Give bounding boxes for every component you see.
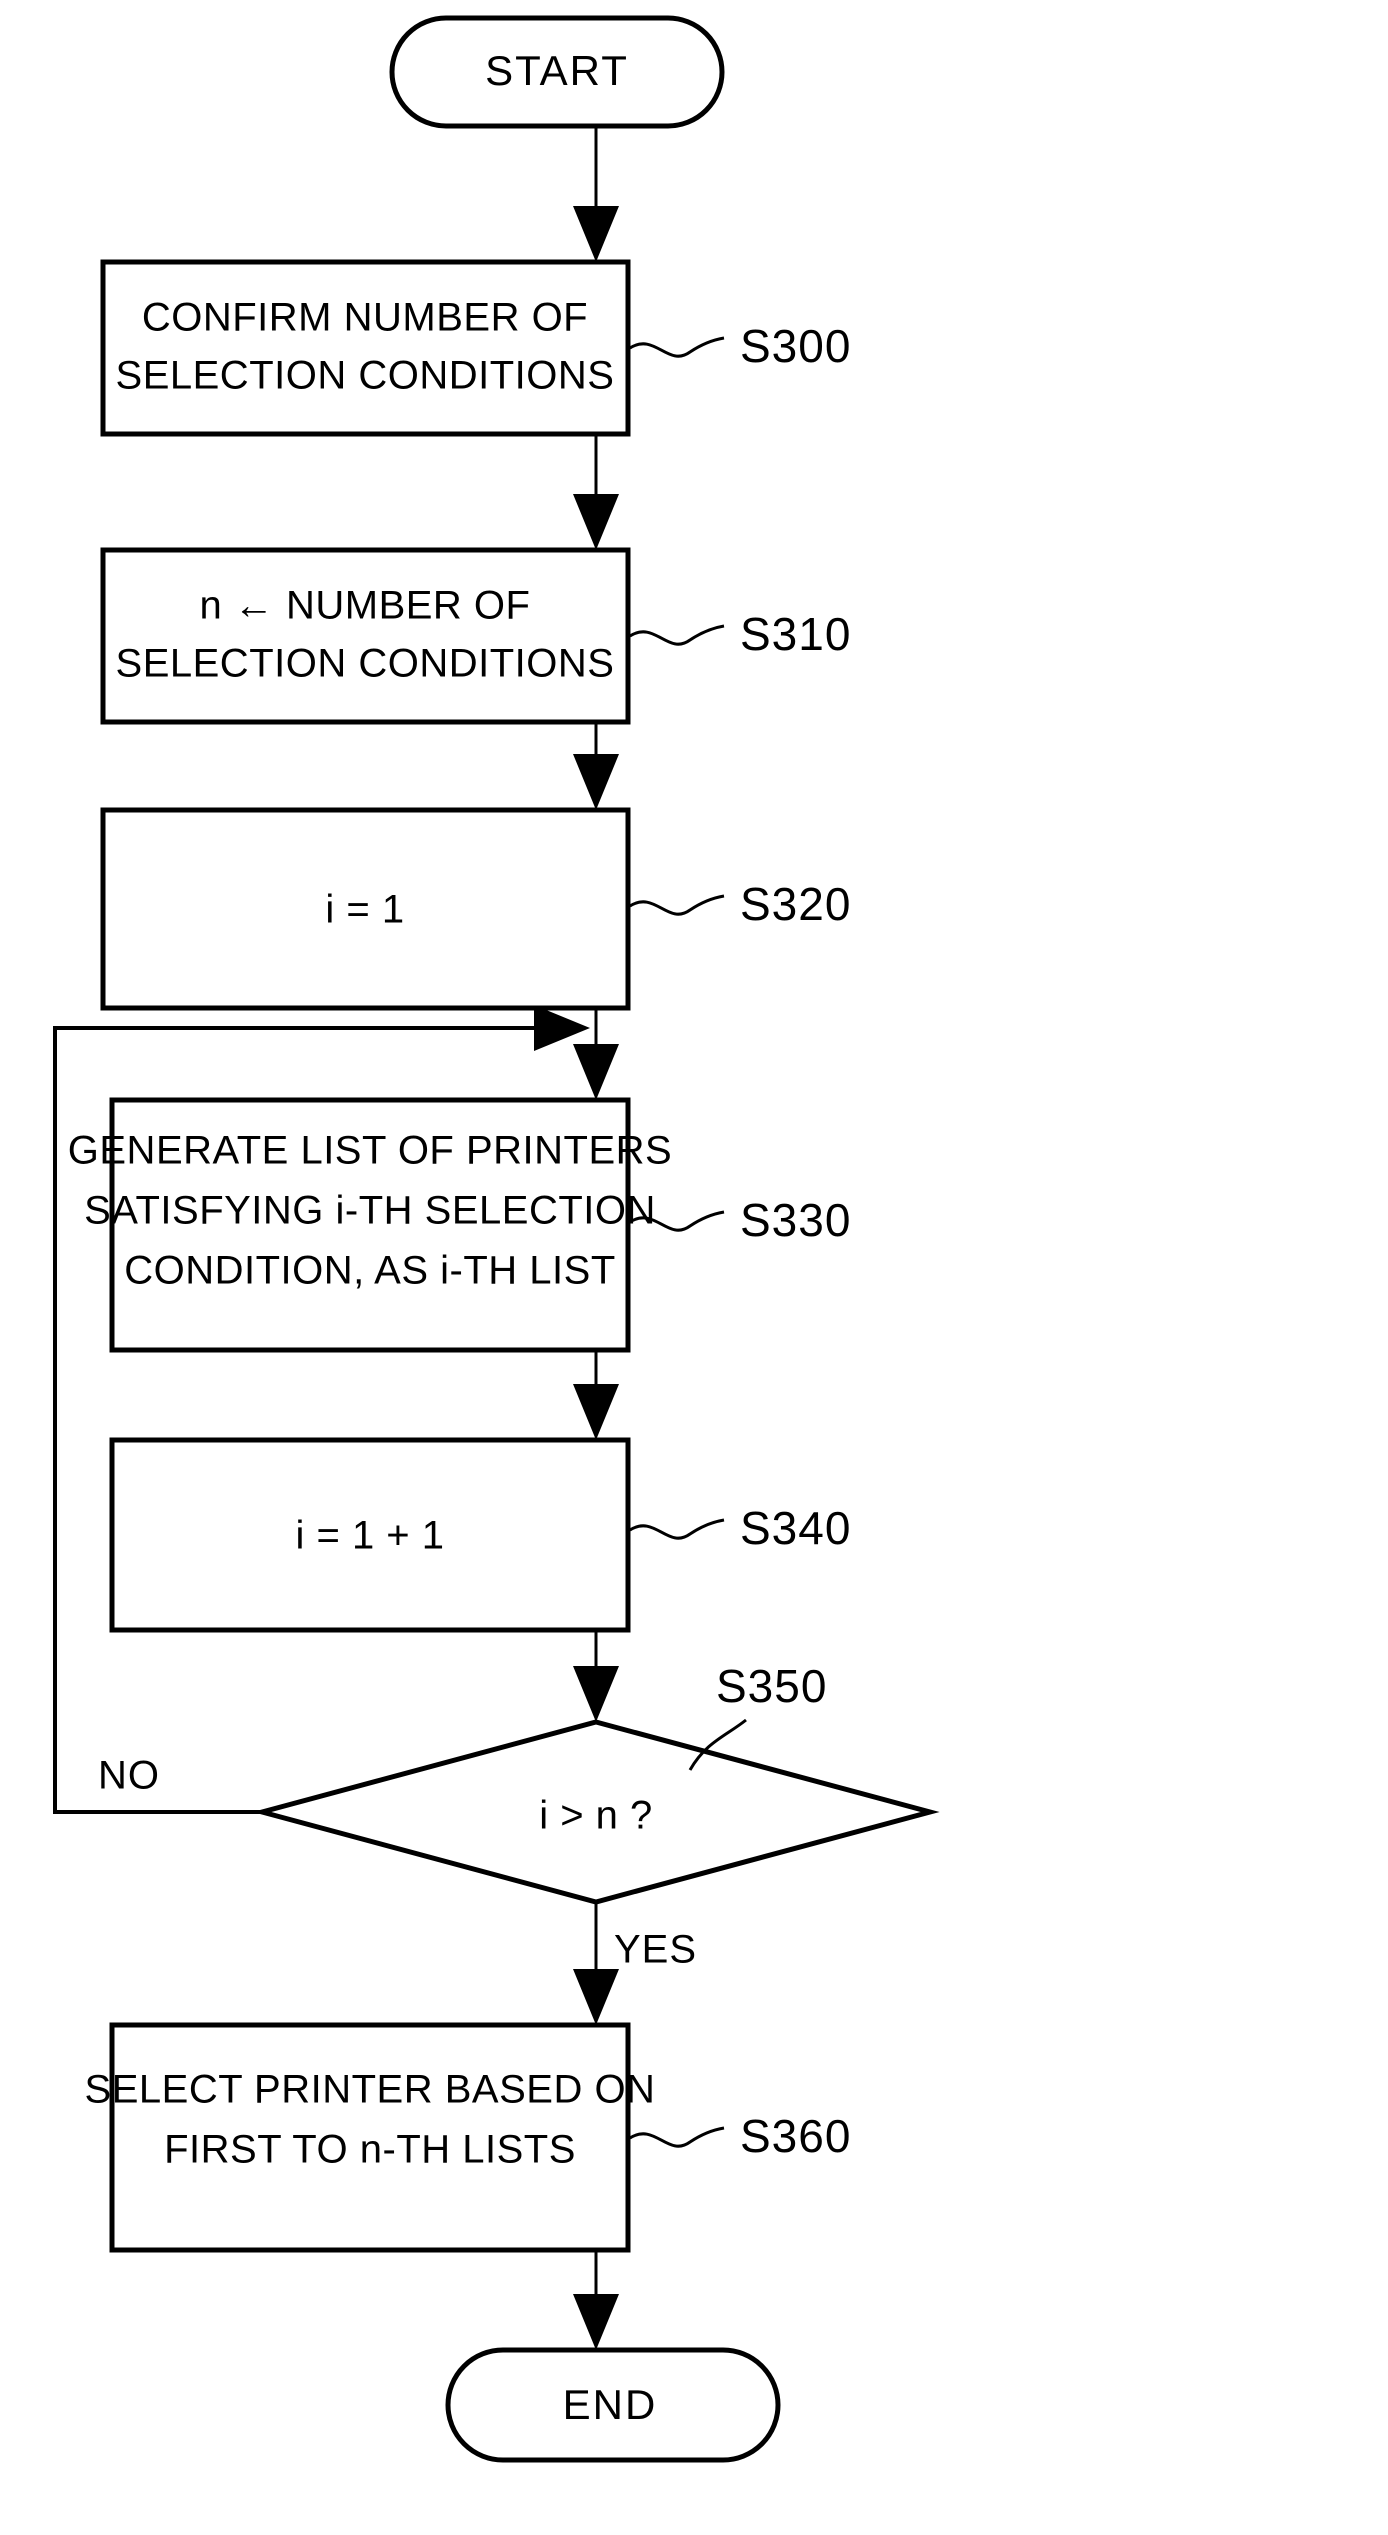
node-s320-line-1: i = 1 <box>325 888 404 932</box>
edge-s330-to-s340 <box>573 1350 619 1440</box>
node-s310-line-2: SELECTION CONDITIONS <box>116 642 615 686</box>
node-s350-line-1: i > n ? <box>539 1794 653 1838</box>
step-label-s350: S350 <box>716 1660 827 1712</box>
flowchart-figure: START CONFIRM NUMBER OF SELECTION CONDIT… <box>0 0 1388 2535</box>
step-label-s340: S340 <box>740 1502 851 1554</box>
node-s300-line-1: CONFIRM NUMBER OF <box>142 296 588 340</box>
edge-s350-yes-to-s360 <box>573 1902 619 2025</box>
node-s330-line-3: CONDITION, AS i-TH LIST <box>124 1249 616 1293</box>
node-s350: i > n ? <box>252 1719 940 1905</box>
edge-s310-to-s320 <box>573 722 619 810</box>
node-s310-line-1: n ← NUMBER OF <box>200 584 531 628</box>
step-label-s330: S330 <box>740 1194 851 1246</box>
node-s330-line-1: GENERATE LIST OF PRINTERS <box>68 1129 672 1173</box>
leader-s330: S330 <box>629 1194 851 1246</box>
step-label-s320: S320 <box>740 878 851 930</box>
leader-s360: S360 <box>629 2110 851 2162</box>
edge-s300-to-s310 <box>573 433 619 550</box>
node-s300-line-2: SELECTION CONDITIONS <box>116 354 615 398</box>
step-label-s360: S360 <box>740 2110 851 2162</box>
leader-s340: S340 <box>629 1502 851 1554</box>
node-end-label: END <box>563 2381 658 2428</box>
node-s340-line-1: i = 1 + 1 <box>295 1514 444 1558</box>
node-s360-line-2: FIRST TO n-TH LISTS <box>164 2128 576 2172</box>
branch-label-no: NO <box>98 1754 160 1798</box>
node-s340: i = 1 + 1 <box>109 1437 631 1633</box>
node-s330: GENERATE LIST OF PRINTERS SATISFYING i-T… <box>68 1097 672 1353</box>
edge-s340-to-s350 <box>573 1630 619 1722</box>
node-start-label: START <box>485 47 629 94</box>
edge-s360-to-end <box>573 2250 619 2350</box>
step-label-s310: S310 <box>740 608 851 660</box>
branch-label-yes: YES <box>614 1928 697 1972</box>
node-s300: CONFIRM NUMBER OF SELECTION CONDITIONS <box>100 259 631 437</box>
leader-s310: S310 <box>629 608 851 660</box>
edge-start-to-s300 <box>573 128 619 262</box>
leader-s320: S320 <box>629 878 851 930</box>
leader-s300: S300 <box>629 320 851 372</box>
node-s360-line-1: SELECT PRINTER BASED ON <box>85 2068 656 2112</box>
step-label-s300: S300 <box>740 320 851 372</box>
edge-s320-to-s330 <box>573 1008 619 1100</box>
node-s310: n ← NUMBER OF SELECTION CONDITIONS <box>100 547 631 725</box>
node-s360: SELECT PRINTER BASED ON FIRST TO n-TH LI… <box>85 2022 656 2253</box>
node-end: END <box>445 2347 781 2463</box>
flowchart-canvas: START CONFIRM NUMBER OF SELECTION CONDIT… <box>53 15 940 2463</box>
node-start: START <box>389 15 725 129</box>
node-s320: i = 1 <box>100 807 631 1011</box>
node-s330-line-2: SATISFYING i-TH SELECTION <box>84 1189 656 1233</box>
